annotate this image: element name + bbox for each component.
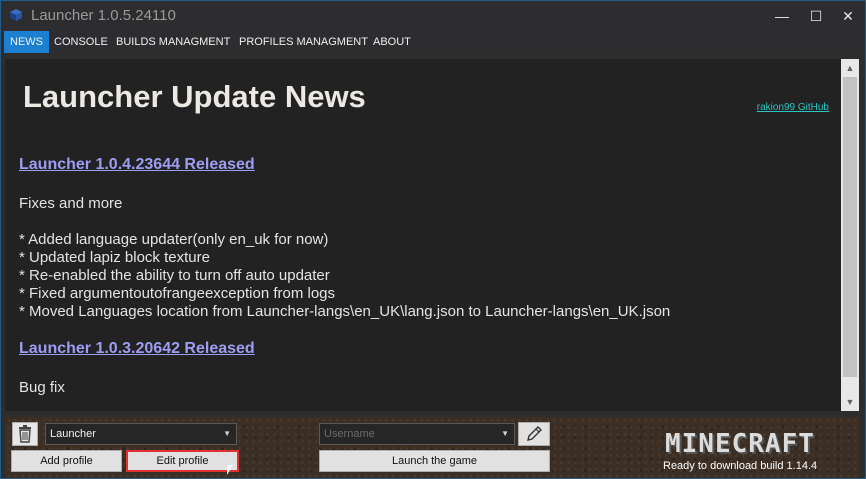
pencil-icon	[527, 426, 542, 441]
scroll-down-icon[interactable]: ▼	[841, 393, 859, 411]
release-summary: Bug fix	[19, 379, 65, 396]
profile-select[interactable]: Launcher ▼	[45, 423, 237, 445]
close-button[interactable]: ✕	[833, 4, 863, 28]
launcher-footer: Launcher ▼ Add profile Edit profile User…	[5, 417, 859, 478]
trash-icon	[19, 425, 31, 443]
tab-about[interactable]: ABOUT	[367, 31, 417, 53]
window-title: Launcher 1.0.5.24110	[31, 7, 176, 24]
tab-builds-management[interactable]: BUILDS MANAGMENT	[110, 31, 236, 53]
username-placeholder: Username	[324, 428, 375, 440]
status-text: Ready to download build 1.14.4	[663, 460, 818, 472]
release-title-link[interactable]: Launcher 1.0.4.23644 Released	[19, 156, 255, 174]
github-link[interactable]: rakion99 GitHub	[757, 102, 829, 113]
news-scrollbar[interactable]: ▲ ▼	[841, 59, 859, 411]
maximize-button[interactable]: ☐	[801, 4, 831, 28]
release-note-item: * Re-enabled the ability to turn off aut…	[19, 267, 330, 284]
minimize-button[interactable]: —	[767, 4, 797, 28]
release-note-item: * Moved Languages location from Launcher…	[19, 303, 671, 320]
scroll-thumb[interactable]	[843, 77, 857, 377]
release-note-item: * Added language updater(only en_uk for …	[19, 231, 329, 248]
delete-profile-button[interactable]	[12, 422, 38, 446]
add-profile-button[interactable]: Add profile	[11, 450, 122, 472]
news-panel: Launcher Update News rakion99 GitHub Lau…	[5, 59, 841, 411]
scroll-up-icon[interactable]: ▲	[841, 59, 859, 77]
chevron-down-icon: ▼	[223, 429, 231, 438]
mouse-cursor-icon	[227, 465, 233, 475]
username-input[interactable]: Username ▼	[319, 423, 515, 445]
app-cube-icon	[10, 9, 22, 21]
tab-profiles-management[interactable]: PROFILES MANAGMENT	[233, 31, 374, 53]
chevron-down-icon: ▼	[501, 429, 509, 438]
tab-bar: NEWS CONSOLE BUILDS MANAGMENT PROFILES M…	[1, 31, 865, 53]
profile-select-value: Launcher	[50, 428, 96, 440]
launch-game-button[interactable]: Launch the game	[319, 450, 550, 472]
release-summary: Fixes and more	[19, 195, 123, 212]
edit-profile-button[interactable]: Edit profile	[126, 450, 239, 472]
release-notes-list: * Added language updater(only en_uk for …	[19, 231, 670, 321]
launcher-window: Launcher 1.0.5.24110 — ☐ ✕ NEWS CONSOLE …	[0, 0, 866, 479]
title-bar: Launcher 1.0.5.24110 — ☐ ✕	[1, 1, 865, 31]
minecraft-logo: MINECRAFT	[665, 429, 815, 459]
news-title: Launcher Update News	[23, 79, 366, 114]
edit-username-button[interactable]	[518, 422, 550, 446]
release-note-item: * Updated lapiz block texture	[19, 249, 210, 266]
tab-news[interactable]: NEWS	[4, 31, 49, 53]
tab-console[interactable]: CONSOLE	[48, 31, 114, 53]
release-note-item: * Fixed argumentoutofrangeexception from…	[19, 285, 336, 302]
release-title-link[interactable]: Launcher 1.0.3.20642 Released	[19, 340, 255, 358]
